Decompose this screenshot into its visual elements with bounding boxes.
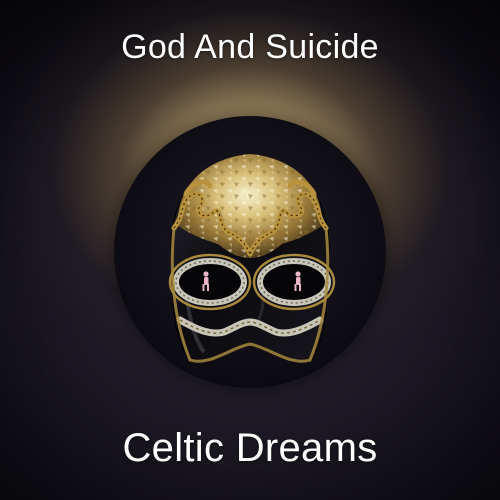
mask-artwork	[114, 116, 386, 388]
artist-name: Celtic Dreams	[122, 426, 378, 470]
album-cover: God And Suicide Celtic Dreams	[0, 0, 500, 500]
mask-icon	[168, 153, 336, 363]
song-title: God And Suicide	[121, 28, 379, 66]
